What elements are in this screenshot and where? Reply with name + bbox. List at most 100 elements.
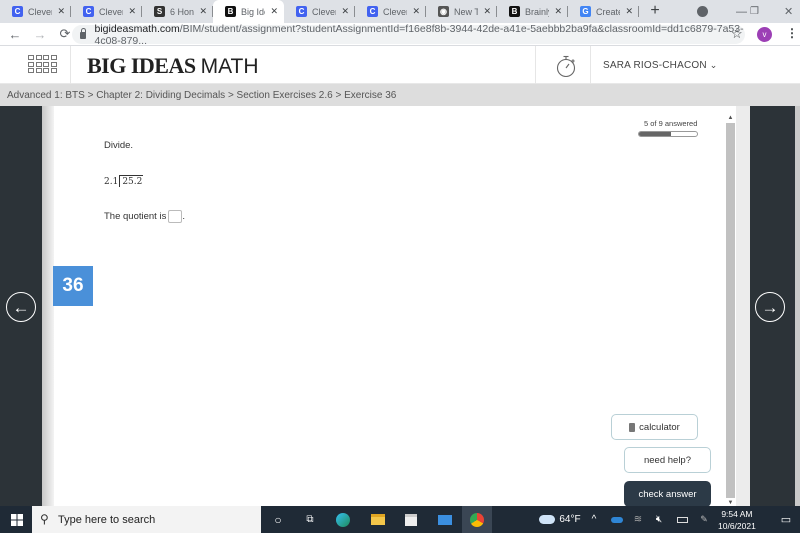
browser-menu-icon[interactable]: ⋮ xyxy=(786,26,798,40)
instruction-text: Divide. xyxy=(104,140,134,151)
back-button[interactable]: ← xyxy=(5,27,25,42)
volume-muted-icon[interactable]: 🔇︎ xyxy=(652,506,666,533)
tab-title: New Ta xyxy=(454,6,479,17)
url-field[interactable]: bigideasmath.com/BIM/student/assignment?… xyxy=(72,22,745,47)
tab-close-icon[interactable]: ✕ xyxy=(625,6,633,17)
chevron-down-icon: ⌄ xyxy=(709,60,718,70)
address-bar-row: ← → ⟳ bigideasmath.com/BIM/student/assig… xyxy=(0,22,800,47)
progress-label: 5 of 9 answered xyxy=(644,119,698,128)
app-header: BIG IDEAS MATH SARA RIOS-CHACON ⌄ xyxy=(0,46,800,84)
tab-title: Big Ide xyxy=(241,6,265,17)
tab-title: Clever | xyxy=(28,6,53,17)
lock-icon xyxy=(80,28,87,39)
task-view-icon[interactable]: ⧉ xyxy=(302,506,318,533)
answer-sentence: The quotient is. xyxy=(104,210,185,223)
wifi-icon[interactable]: ≋ xyxy=(631,506,645,533)
weather-cloud-icon[interactable] xyxy=(538,506,556,533)
tab-close-icon[interactable]: ✕ xyxy=(483,6,491,17)
tab-close-icon[interactable]: ✕ xyxy=(128,6,136,17)
profile-avatar[interactable]: v xyxy=(757,27,772,42)
arrow-right-icon[interactable]: → xyxy=(755,292,785,322)
tab-close-icon[interactable]: ✕ xyxy=(412,6,420,17)
restore-button[interactable]: ❐ xyxy=(750,0,759,23)
brand-logo: BIG IDEAS MATH xyxy=(87,53,259,78)
windows-start-icon[interactable] xyxy=(9,506,25,533)
clever-icon: C xyxy=(296,6,307,17)
url-text: bigideasmath.com/BIM/student/assignment?… xyxy=(94,22,744,47)
progress-fill xyxy=(639,132,672,136)
browser-tab[interactable]: B Big Ide ✕ xyxy=(213,0,284,23)
new-tab-button[interactable]: + xyxy=(645,0,665,23)
prev-exercise-panel[interactable]: ← xyxy=(0,106,42,506)
exercise-content xyxy=(54,106,725,506)
minimize-button[interactable]: — xyxy=(736,0,747,23)
need-help-button[interactable]: need help? xyxy=(624,447,711,473)
taskbar-search-input[interactable]: ⚲ Type here to search xyxy=(32,506,261,533)
tab-close-icon[interactable]: ✕ xyxy=(199,6,207,17)
tab-title: 6 Hono xyxy=(170,6,195,17)
forward-button[interactable]: → xyxy=(30,27,50,42)
progress-bar xyxy=(638,131,698,137)
check-answer-button[interactable]: check answer xyxy=(624,481,711,507)
tab-title: Create xyxy=(596,6,621,17)
breadcrumb[interactable]: Advanced 1: BTS > Chapter 2: Dividing De… xyxy=(0,84,800,106)
exercise-number-badge: 36 xyxy=(53,266,93,306)
answer-prefix: The quotient is xyxy=(104,211,167,223)
divisor: 2.1 xyxy=(104,177,119,187)
tab-close-icon[interactable]: ✕ xyxy=(341,6,349,17)
apps-grid-icon[interactable] xyxy=(28,55,57,73)
browser-tab[interactable]: S 6 Hono ✕ xyxy=(142,0,213,23)
scrollbar-thumb[interactable] xyxy=(726,123,735,498)
calculator-icon xyxy=(629,422,636,432)
answer-input[interactable] xyxy=(168,210,183,223)
cortana-icon[interactable]: ○ xyxy=(270,506,286,533)
browser-tab[interactable]: ◉ New Ta ✕ xyxy=(426,0,497,23)
browser-tab[interactable]: C Clever | ✕ xyxy=(355,0,426,23)
long-division-expression: 2.1 25.2 xyxy=(104,175,144,187)
chrome-taskbar-icon[interactable] xyxy=(462,506,492,533)
pen-icon[interactable]: ✎ xyxy=(697,506,711,533)
content-scrollbar[interactable]: ▲ ▼ xyxy=(725,115,736,506)
browser-tab[interactable]: G Create ✕ xyxy=(568,0,639,23)
tab-close-icon[interactable]: ✕ xyxy=(57,6,65,17)
arrow-left-icon[interactable]: ← xyxy=(6,292,36,322)
media-control-icon[interactable] xyxy=(690,0,714,23)
browser-tab[interactable]: C Clever | ✕ xyxy=(284,0,355,23)
google-icon: G xyxy=(580,6,591,17)
edge-icon[interactable] xyxy=(334,506,352,533)
user-name: SARA RIOS-CHACON xyxy=(603,60,707,71)
onedrive-icon[interactable] xyxy=(610,506,624,533)
tab-close-icon[interactable]: ✕ xyxy=(554,6,562,17)
tab-title: Clever | xyxy=(383,6,408,17)
next-exercise-panel[interactable]: → xyxy=(750,106,795,506)
tab-close-icon[interactable]: ✕ xyxy=(270,6,278,17)
search-icon: ⚲ xyxy=(40,512,49,526)
bookmark-star-icon[interactable]: ☆ xyxy=(731,26,743,42)
window-close-button[interactable]: ✕ xyxy=(784,0,793,23)
browser-tab[interactable]: B Brainly ✕ xyxy=(497,0,568,23)
weather-temp[interactable]: 64°F xyxy=(559,506,581,533)
chevron-up-icon[interactable]: ^ xyxy=(588,506,600,533)
user-menu[interactable]: SARA RIOS-CHACON ⌄ xyxy=(603,60,718,71)
brainly-icon: B xyxy=(509,6,520,17)
chrome-icon: ◉ xyxy=(438,6,449,17)
tab-title: Clever | xyxy=(312,6,337,17)
browser-tab[interactable]: C Clever | ✕ xyxy=(71,0,142,23)
microsoft-store-icon[interactable] xyxy=(402,506,420,533)
dividend: 25.2 xyxy=(119,175,144,187)
calculator-button[interactable]: calculator xyxy=(611,414,698,440)
scroll-up-arrow[interactable]: ▲ xyxy=(725,115,736,121)
mail-icon[interactable] xyxy=(436,506,454,533)
big-ideas-icon: B xyxy=(225,6,236,17)
system-clock[interactable]: 9:54 AM 10/6/2021 xyxy=(718,508,756,532)
battery-icon[interactable] xyxy=(675,506,689,533)
file-explorer-icon[interactable] xyxy=(369,506,387,533)
browser-tab[interactable]: C Clever | ✕ xyxy=(0,0,71,23)
stopwatch-icon[interactable] xyxy=(555,54,577,78)
tab-title: Brainly xyxy=(525,6,549,17)
quizizz-icon: S xyxy=(154,6,165,17)
clever-icon: C xyxy=(83,6,94,17)
clever-icon: C xyxy=(367,6,378,17)
notifications-icon[interactable]: ▭ xyxy=(778,506,794,533)
clever-icon: C xyxy=(12,6,23,17)
